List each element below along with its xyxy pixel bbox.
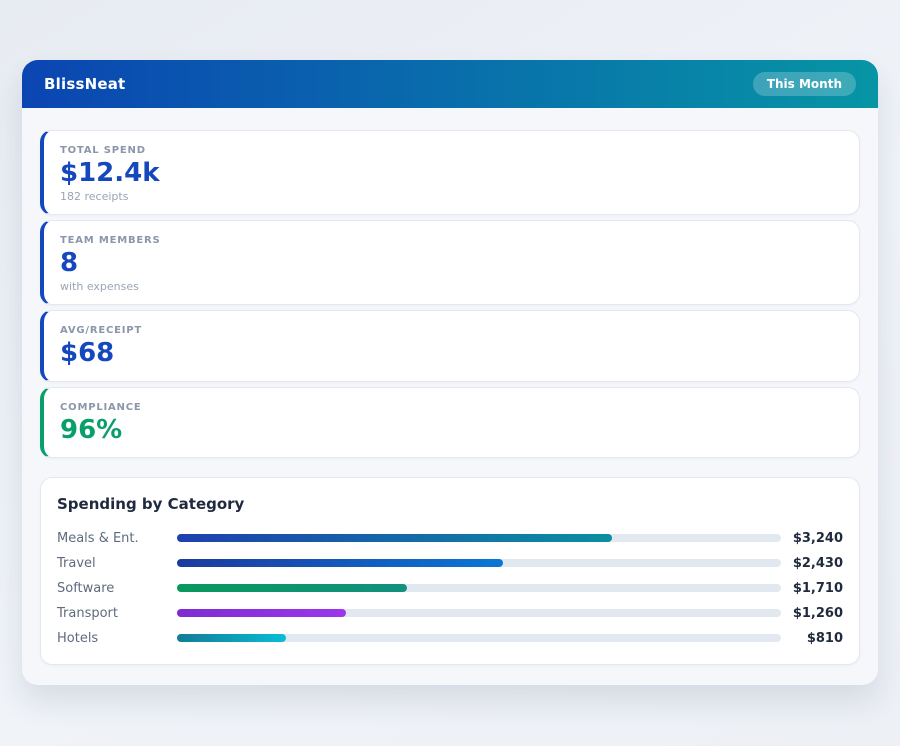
period-badge[interactable]: This Month: [753, 72, 856, 96]
dashboard-content: TOTAL SPEND $12.4k 182 receipts TEAM MEM…: [22, 108, 878, 685]
chart-row-travel: Travel $2,430: [57, 551, 843, 576]
app-header: BlissNeat This Month: [22, 60, 878, 108]
stat-value: 8: [60, 248, 843, 279]
category-label: Travel: [57, 556, 177, 571]
category-label: Hotels: [57, 631, 177, 646]
bar-fill-transport: [177, 609, 346, 617]
stat-card-avg-receipt: AVG/RECEIPT $68: [40, 310, 860, 381]
category-label: Meals & Ent.: [57, 531, 177, 546]
category-value: $1,260: [781, 606, 843, 621]
bar-fill-software: [177, 584, 407, 592]
category-value: $1,710: [781, 581, 843, 596]
bar-track: [177, 584, 781, 592]
bar-track: [177, 634, 781, 642]
stat-subtext: 182 receipts: [60, 190, 843, 203]
chart-row-meals: Meals & Ent. $3,240: [57, 526, 843, 551]
stat-label: TOTAL SPEND: [60, 145, 843, 156]
stat-value: 96%: [60, 415, 843, 446]
chart-row-hotels: Hotels $810: [57, 626, 843, 651]
category-value: $810: [781, 631, 843, 646]
stat-label: COMPLIANCE: [60, 402, 843, 413]
stat-value: $68: [60, 338, 843, 369]
stat-card-compliance: COMPLIANCE 96%: [40, 387, 860, 458]
spending-by-category-card: Spending by Category Meals & Ent. $3,240…: [40, 477, 860, 665]
chart-title: Spending by Category: [57, 495, 843, 513]
dashboard-panel: BlissNeat This Month TOTAL SPEND $12.4k …: [22, 60, 878, 685]
stat-label: AVG/RECEIPT: [60, 325, 843, 336]
category-value: $3,240: [781, 531, 843, 546]
category-value: $2,430: [781, 556, 843, 571]
stat-card-total-spend: TOTAL SPEND $12.4k 182 receipts: [40, 130, 860, 215]
chart-row-transport: Transport $1,260: [57, 601, 843, 626]
bar-fill-hotels: [177, 634, 286, 642]
stat-card-team-members: TEAM MEMBERS 8 with expenses: [40, 220, 860, 305]
stat-label: TEAM MEMBERS: [60, 235, 843, 246]
bar-fill-meals: [177, 534, 612, 542]
stat-subtext: with expenses: [60, 280, 843, 293]
bar-track: [177, 609, 781, 617]
category-label: Transport: [57, 606, 177, 621]
category-label: Software: [57, 581, 177, 596]
app-title: BlissNeat: [44, 75, 125, 93]
stat-value: $12.4k: [60, 158, 843, 189]
bar-fill-travel: [177, 559, 503, 567]
chart-row-software: Software $1,710: [57, 576, 843, 601]
bar-track: [177, 559, 781, 567]
bar-track: [177, 534, 781, 542]
